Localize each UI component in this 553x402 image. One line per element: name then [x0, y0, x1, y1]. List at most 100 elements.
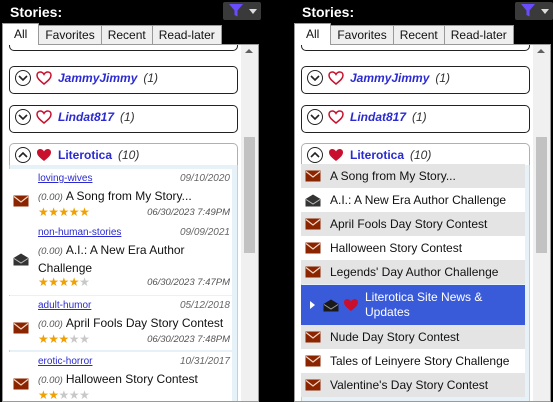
story-card[interactable]: non-human-stories 09/09/2021 (0.00) A.I.:…: [9, 223, 232, 295]
list-item[interactable]: April Fools Day Story Contest: [301, 212, 525, 236]
list-item[interactable]: A Song from My Story...: [301, 164, 525, 188]
tab-recent[interactable]: Recent: [392, 25, 445, 45]
star-filled-icon[interactable]: ★: [38, 388, 49, 401]
star-empty-icon[interactable]: ★: [59, 388, 70, 401]
star-filled-icon[interactable]: ★: [69, 275, 80, 289]
heart-filled-icon[interactable]: [328, 148, 344, 162]
star-empty-icon[interactable]: ★: [79, 275, 90, 289]
story-title: Literotica Site News & Updates: [365, 290, 483, 319]
star-empty-icon[interactable]: ★: [79, 388, 90, 401]
collapse-button[interactable]: [307, 146, 323, 163]
list-item[interactable]: Tales of Leinyere Story Challenge: [301, 349, 525, 373]
story-rating-stars[interactable]: ★★★★★: [38, 332, 90, 346]
story-published-date: 10/31/2017: [179, 356, 230, 367]
list-item[interactable]: A.I.: A New Era Author Challenge: [301, 188, 525, 212]
story-title: Nude Day Story Contest: [330, 330, 460, 344]
heart-outline-icon[interactable]: [36, 109, 52, 124]
expand-button[interactable]: [15, 108, 31, 125]
story-category-link[interactable]: erotic-horror: [38, 356, 92, 367]
scroll-thumb[interactable]: [244, 137, 255, 253]
star-empty-icon[interactable]: ★: [69, 388, 80, 401]
envelope-closed-icon: [305, 170, 321, 182]
story-read-date: 06/30/2023 7:47PM: [147, 277, 230, 288]
star-filled-icon[interactable]: ★: [38, 205, 49, 219]
story-published-date: 09/10/2020: [179, 173, 230, 184]
star-filled-icon[interactable]: ★: [59, 205, 70, 219]
group-count: (1): [143, 70, 159, 85]
story-filter-tabs: All Favorites Recent Read-later: [2, 23, 222, 45]
group-header-jammyjimmy[interactable]: JammyJimmy (1): [9, 66, 238, 94]
chevron-down-icon: [18, 74, 28, 81]
tab-read-later[interactable]: Read-later: [151, 25, 222, 45]
filter-dropdown-button[interactable]: [223, 2, 261, 20]
story-list[interactable]: JammyJimmy (1) Lindat817 (1) Literotica …: [294, 44, 551, 402]
heart-outline-icon[interactable]: [328, 109, 344, 124]
envelope-closed-icon: [305, 242, 321, 254]
caret-right-icon: [310, 301, 315, 309]
heart-filled-icon[interactable]: [343, 298, 359, 312]
heart-outline-icon[interactable]: [36, 70, 52, 85]
scroll-up-arrow-icon[interactable]: [245, 49, 253, 53]
vertical-scrollbar[interactable]: [241, 45, 258, 401]
group-header-literotica[interactable]: Literotica (10): [301, 143, 530, 165]
expand-button[interactable]: [15, 69, 31, 86]
story-category-link[interactable]: non-human-stories: [38, 227, 121, 238]
star-filled-icon[interactable]: ★: [38, 332, 49, 346]
tab-read-later[interactable]: Read-later: [443, 25, 514, 45]
story-title: Legends' Day Author Challenge: [330, 265, 499, 279]
star-filled-icon[interactable]: ★: [48, 332, 59, 346]
scroll-up-arrow-icon[interactable]: [537, 49, 545, 53]
star-filled-icon[interactable]: ★: [48, 275, 59, 289]
star-filled-icon[interactable]: ★: [59, 332, 70, 346]
story-card[interactable]: erotic-horror 10/31/2017 (0.00) Halloween…: [9, 352, 232, 401]
scroll-thumb[interactable]: [536, 137, 547, 253]
group-header-literotica[interactable]: Literotica (10): [9, 143, 238, 165]
chevron-down-icon: [310, 113, 320, 120]
chevron-down-icon: [18, 113, 28, 120]
group-header-jammyjimmy[interactable]: JammyJimmy (1): [301, 66, 530, 94]
envelope-closed-icon: [305, 355, 321, 367]
group-count: (1): [120, 109, 135, 124]
group-header-lindat817[interactable]: Lindat817 (1): [9, 105, 238, 133]
envelope-open-icon: [305, 194, 321, 206]
tab-all[interactable]: All: [294, 23, 332, 45]
list-item[interactable]: Legends' Day Author Challenge: [301, 260, 525, 284]
tab-all[interactable]: All: [2, 23, 40, 45]
tab-recent[interactable]: Recent: [100, 25, 153, 45]
star-empty-icon[interactable]: ★: [79, 332, 90, 346]
envelope-closed-icon: [305, 331, 321, 343]
story-rating-stars[interactable]: ★★★★★: [38, 205, 90, 219]
story-category-link[interactable]: loving-wives: [38, 173, 92, 184]
star-filled-icon[interactable]: ★: [38, 275, 49, 289]
story-list[interactable]: JammyJimmy (1) Lindat817 (1) Literotica …: [2, 44, 259, 402]
story-score: (0.00): [38, 375, 63, 386]
list-item-selected[interactable]: Literotica Site News & Updates: [301, 285, 525, 325]
story-card[interactable]: adult-humor 05/12/2018 (0.00) April Fools…: [9, 296, 232, 350]
collapse-button[interactable]: [15, 146, 31, 163]
star-filled-icon[interactable]: ★: [59, 275, 70, 289]
list-item[interactable]: Valentine's Day Story Contest: [301, 373, 525, 397]
list-item[interactable]: Halloween Story Contest: [301, 236, 525, 260]
heart-filled-icon[interactable]: [36, 148, 52, 162]
list-item[interactable]: Nude Day Story Contest: [301, 325, 525, 349]
vertical-scrollbar[interactable]: [533, 45, 550, 401]
story-title: Halloween Story Contest: [330, 241, 463, 255]
star-filled-icon[interactable]: ★: [79, 205, 90, 219]
tab-favorites[interactable]: Favorites: [38, 25, 102, 45]
star-filled-icon[interactable]: ★: [48, 205, 59, 219]
story-rating-stars[interactable]: ★★★★★: [38, 275, 90, 289]
story-rating-stars[interactable]: ★★★★★: [38, 388, 90, 401]
story-category-link[interactable]: adult-humor: [38, 300, 91, 311]
group-header-lindat817[interactable]: Lindat817 (1): [301, 105, 530, 133]
heart-outline-icon[interactable]: [328, 70, 344, 85]
star-filled-icon[interactable]: ★: [48, 388, 59, 401]
story-published-date: 09/09/2021: [179, 227, 230, 238]
tab-favorites[interactable]: Favorites: [330, 25, 394, 45]
envelope-open-icon: [323, 299, 339, 311]
expand-button[interactable]: [307, 69, 323, 86]
group-name: Literotica: [58, 147, 113, 162]
star-empty-icon[interactable]: ★: [69, 332, 80, 346]
filter-dropdown-button[interactable]: [515, 2, 553, 20]
expand-button[interactable]: [307, 108, 323, 125]
star-filled-icon[interactable]: ★: [69, 205, 80, 219]
